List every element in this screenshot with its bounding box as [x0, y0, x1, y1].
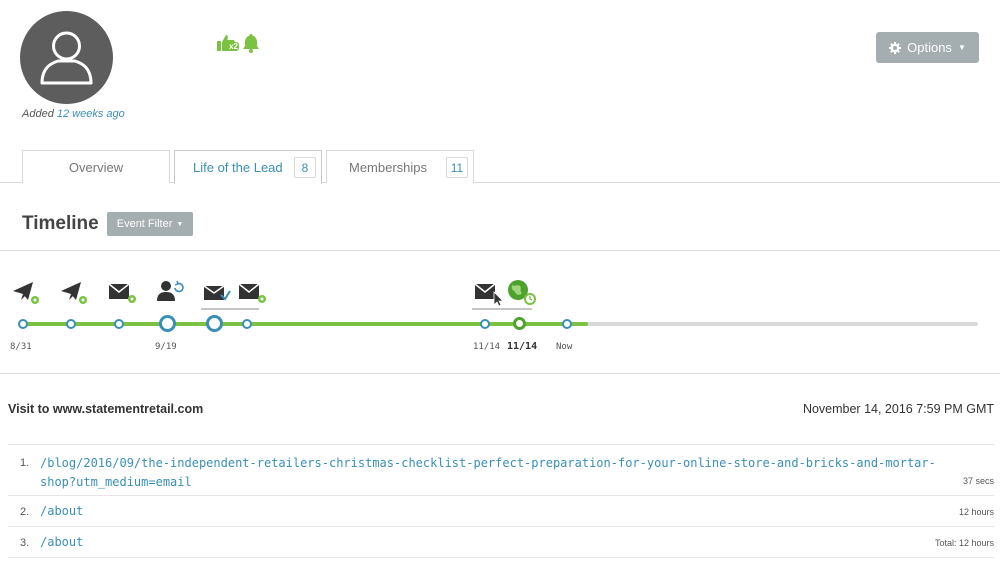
- event-group-underline: [201, 308, 259, 310]
- timeline-track-progress: [22, 322, 588, 326]
- divider: [8, 557, 994, 558]
- timeline-point[interactable]: [66, 319, 76, 329]
- visit-timestamp: November 14, 2016 7:59 PM GMT: [802, 402, 994, 416]
- timeline-point-now[interactable]: [562, 319, 572, 329]
- email-opened-icon[interactable]: [203, 278, 231, 306]
- tab-bar: Overview Life of the Lead 8 Memberships …: [0, 150, 1000, 184]
- status-icons: x2: [216, 33, 260, 58]
- caret-down-icon: ▼: [957, 43, 966, 52]
- thumbs-count-badge: x2: [228, 42, 239, 51]
- page-duration: Total: 12 hours: [934, 538, 994, 548]
- timeline-point[interactable]: [159, 315, 176, 332]
- tab-life-of-the-lead[interactable]: Life of the Lead 8: [174, 150, 322, 184]
- list-item-index: 1.: [20, 457, 30, 469]
- thumbs-up-icon[interactable]: x2: [216, 33, 239, 53]
- timeline-date-label: 8/31: [10, 342, 32, 352]
- email-gear-icon[interactable]: [238, 278, 266, 306]
- divider: [0, 373, 1000, 374]
- event-filter-label: Event Filter: [116, 218, 173, 230]
- page-url-link[interactable]: /about: [40, 496, 994, 518]
- timeline-title: Timeline: [22, 213, 99, 234]
- added-time-link[interactable]: 12 weeks ago: [57, 108, 125, 120]
- timeline-point[interactable]: [114, 319, 124, 329]
- visit-title: Visit to www.statementretail.com: [8, 402, 204, 416]
- gear-icon: [889, 41, 902, 54]
- divider: [0, 250, 1000, 251]
- page-url-link[interactable]: /blog/2016/09/the-independent-retailers-…: [40, 445, 940, 492]
- list-item-index: 2.: [20, 506, 30, 518]
- email-sent-icon[interactable]: [60, 278, 88, 306]
- timeline-track: 8/31 9/19 11/14 11/14 Now: [0, 270, 1000, 370]
- tab-label: Memberships: [349, 159, 428, 175]
- options-label: Options: [907, 40, 952, 55]
- web-visit-icon[interactable]: [507, 278, 536, 306]
- bell-icon[interactable]: [242, 33, 260, 58]
- email-gear-icon[interactable]: [108, 278, 136, 306]
- timeline-point[interactable]: [18, 319, 28, 329]
- timeline-header: Timeline Event Filter ▼: [22, 212, 194, 236]
- tab-count-badge: 8: [294, 157, 316, 178]
- list-item: 1. /blog/2016/09/the-independent-retaile…: [8, 444, 994, 495]
- page-duration: 37 secs: [962, 476, 994, 486]
- timeline-point[interactable]: [206, 315, 223, 332]
- tab-label: Overview: [68, 159, 124, 175]
- tab-count-badge: 11: [446, 157, 468, 178]
- page-duration: 12 hours: [958, 507, 994, 517]
- timeline-date-label: 9/19: [155, 342, 177, 352]
- timeline-point[interactable]: [480, 319, 490, 329]
- list-item: 2. /about 12 hours: [8, 495, 994, 526]
- added-prefix: Added: [22, 108, 54, 120]
- added-info: Added 12 weeks ago: [22, 108, 125, 120]
- event-filter-button[interactable]: Event Filter ▼: [106, 212, 194, 236]
- tab-overview[interactable]: Overview: [22, 150, 170, 183]
- timeline-date-label: 11/14: [473, 342, 501, 352]
- timeline-date-label-now: Now: [556, 342, 573, 352]
- avatar: [20, 11, 113, 104]
- list-item: 3. /about Total: 12 hours: [8, 526, 994, 557]
- page-url-link[interactable]: /about: [40, 527, 994, 549]
- timeline-date-label-selected: 11/14: [507, 341, 538, 352]
- timeline-point-selected[interactable]: [513, 317, 526, 330]
- email-sent-icon[interactable]: [12, 278, 40, 306]
- page-view-list: 1. /blog/2016/09/the-independent-retaile…: [8, 444, 994, 558]
- caret-down-icon: ▼: [176, 220, 184, 228]
- timeline-point[interactable]: [242, 319, 252, 329]
- tab-label: Life of the Lead: [193, 160, 283, 175]
- tab-memberships[interactable]: Memberships 11: [326, 150, 474, 183]
- event-group-underline: [472, 308, 532, 310]
- email-click-icon[interactable]: [474, 278, 504, 307]
- user-sync-icon[interactable]: [156, 278, 184, 306]
- user-silhouette-icon: [40, 31, 93, 85]
- list-item-index: 3.: [20, 537, 30, 549]
- options-button[interactable]: Options ▼: [876, 32, 979, 63]
